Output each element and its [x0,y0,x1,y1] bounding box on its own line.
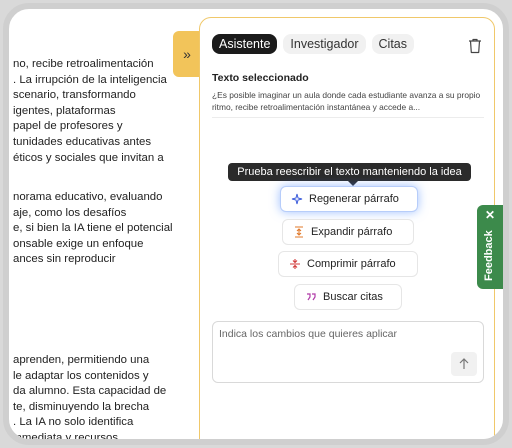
document-line: igentes, plataformas [13,104,116,117]
expand-paragraph-button[interactable]: Expandir párrafo [282,219,414,245]
document-line: . La irrupción de la inteligencia [13,73,167,86]
document-line: papel de profesores y [13,120,123,133]
document-line: éticos y sociales que invitan a [13,151,164,164]
paragraph-1: no, recibe retroalimentación . La irrupci… [13,57,167,166]
action-label: Comprimir párrafo [307,258,396,270]
paragraph-2: norama educativo, evaluando aje, como los… [13,190,173,268]
document-line: aprenden, permitiendo una [13,354,150,366]
tab-asistente[interactable]: Asistente [212,34,278,54]
action-label: Expandir párrafo [311,226,393,238]
change-request-input[interactable] [219,328,459,340]
regenerate-paragraph-button[interactable]: Regenerar párrafo [280,186,418,212]
document-line: norama educativo, evaluando [13,191,163,203]
feedback-tab[interactable]: ✕ Feedback [477,205,503,289]
change-request-box [212,321,484,383]
assistant-panel: Asistente Investigador Citas Texto selec… [199,17,495,439]
document-line: scenario, transformando [13,89,136,102]
document-line: te, disminuyendo la brecha [13,400,150,413]
trash-icon[interactable] [468,38,482,54]
document-line: onsable exige un enfoque [13,237,144,250]
app-frame: no, recibe retroalimentación . La irrupci… [3,3,509,445]
document-line: . La IA no solo identifica [13,416,134,429]
quote-icon [307,293,316,301]
send-button[interactable] [451,352,477,376]
compress-paragraph-button[interactable]: Comprimir párrafo [278,251,418,277]
tab-citas[interactable]: Citas [371,34,415,54]
divider [212,117,484,118]
expand-icon [295,226,303,238]
tooltip: Prueba reescribir el texto manteniendo l… [228,163,471,186]
action-label: Buscar citas [323,291,383,303]
feedback-label: Feedback [483,230,495,281]
close-icon[interactable]: ✕ [485,208,495,222]
compress-icon [290,259,300,269]
paragraph-3: aprenden, permitiendo una le adaptar los … [13,353,166,439]
search-citations-button[interactable]: Buscar citas [294,284,402,310]
action-label: Regenerar párrafo [309,193,399,205]
double-chevron-right-icon: » [183,46,191,62]
arrow-up-icon [459,358,469,369]
panel-tabs: Asistente Investigador Citas [212,34,415,54]
tab-investigador[interactable]: Investigador [283,34,366,54]
document-line: ances sin reproducir [13,253,116,266]
document-line: e, si bien la IA tiene el potencial [13,222,173,235]
sparkle-icon [291,193,303,205]
selection-title: Texto seleccionado [212,72,309,84]
selection-text: ¿Es posible imaginar un aula donde cada … [212,90,481,112]
document-line: le adaptar los contenidos y [13,369,149,382]
document-line: tunidades educativas antes [13,135,152,148]
collapse-panel-button[interactable]: » [173,31,201,77]
document-line: no, recibe retroalimentación [13,58,154,70]
document-line: inmediata y recursos [13,431,119,439]
document-line: aje, como los desafíos [13,206,127,219]
document-text: no, recibe retroalimentación . La irrupci… [9,9,189,439]
document-line: da alumno. Esta capacidad de [13,385,167,398]
